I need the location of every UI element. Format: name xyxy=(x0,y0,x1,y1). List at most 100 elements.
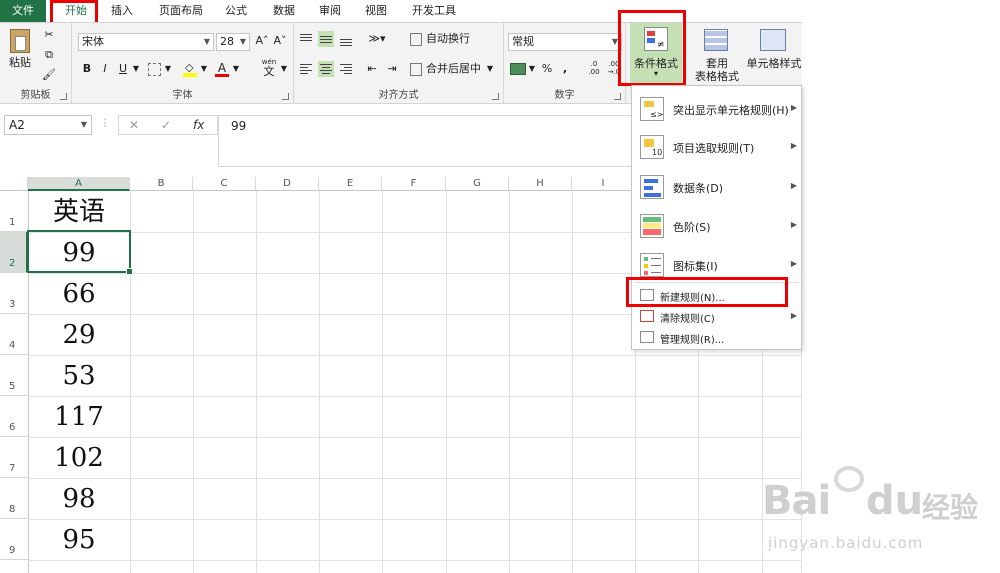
fill-color-icon[interactable]: ◇ xyxy=(182,61,198,77)
underline-button[interactable]: U xyxy=(116,61,130,77)
column-header-a[interactable]: A xyxy=(28,177,130,191)
row-header-7[interactable]: 7 xyxy=(0,437,28,478)
column-header-e[interactable]: E xyxy=(319,177,382,191)
row-header-9[interactable]: 9 xyxy=(0,519,28,560)
align-bottom-icon[interactable] xyxy=(338,31,354,47)
cell-a4[interactable]: 29 xyxy=(28,314,130,355)
alignment-launcher-icon[interactable] xyxy=(492,93,499,100)
phonetic-dropdown-icon[interactable]: ▼ xyxy=(280,61,288,77)
wrap-text-icon[interactable] xyxy=(410,33,422,46)
cell-a6[interactable]: 117 xyxy=(28,396,130,437)
row-header-3[interactable]: 3 xyxy=(0,273,28,314)
phonetic-guide-icon[interactable]: wén 文 xyxy=(258,58,280,80)
tab-home[interactable]: 开始 xyxy=(56,0,96,22)
cell-styles-button[interactable]: 单元格样式 xyxy=(746,27,802,83)
column-header-h[interactable]: H xyxy=(509,177,572,191)
select-all-corner[interactable] xyxy=(0,177,28,191)
column-header-d[interactable]: D xyxy=(256,177,319,191)
menu-item-icon-sets[interactable]: 图标集(I) ▶ xyxy=(632,246,801,284)
font-color-dropdown-icon[interactable]: ▼ xyxy=(232,61,240,77)
confirm-icon[interactable]: ✓ xyxy=(161,116,171,134)
cell-a7[interactable]: 102 xyxy=(28,437,130,478)
tab-data[interactable]: 数据 xyxy=(266,0,302,22)
cell-a1[interactable]: 英语 xyxy=(28,191,130,232)
column-header-b[interactable]: B xyxy=(130,177,193,191)
grow-font-button[interactable]: A˄ xyxy=(254,33,270,49)
tab-view[interactable]: 视图 xyxy=(358,0,394,22)
tab-insert[interactable]: 插入 xyxy=(104,0,140,22)
border-icon[interactable] xyxy=(148,63,161,76)
column-header-i[interactable]: I xyxy=(572,177,635,191)
paste-button[interactable]: 粘贴 xyxy=(6,55,34,71)
column-header-g[interactable]: G xyxy=(446,177,509,191)
tab-formulas[interactable]: 公式 xyxy=(218,0,254,22)
increase-indent-icon[interactable]: ⇥ xyxy=(384,61,400,77)
menu-item-top-bottom-rules[interactable]: 10 项目选取规则(T) ▶ xyxy=(632,128,801,166)
cut-icon[interactable]: ✂ xyxy=(40,27,58,43)
comma-button[interactable]: , xyxy=(560,61,570,77)
tab-file[interactable]: 文件 xyxy=(0,0,46,22)
align-top-icon[interactable] xyxy=(298,31,314,47)
row-header-5[interactable]: 5 xyxy=(0,355,28,396)
column-header-f[interactable]: F xyxy=(382,177,446,191)
border-dropdown-icon[interactable]: ▼ xyxy=(164,61,172,77)
menu-item-color-scales[interactable]: 色阶(S) ▶ xyxy=(632,207,801,245)
format-as-table-button[interactable]: 套用 表格格式 xyxy=(688,27,746,83)
row-header-6[interactable]: 6 xyxy=(0,396,28,437)
decrease-decimal-icon[interactable]: .00 →.0 xyxy=(604,60,624,76)
row-header-1[interactable]: 1 xyxy=(0,191,28,232)
number-format-select[interactable]: 常规 ▼ xyxy=(508,33,622,51)
column-header-c[interactable]: C xyxy=(193,177,256,191)
align-middle-icon[interactable] xyxy=(318,31,334,47)
cell-a3[interactable]: 66 xyxy=(28,273,130,314)
number-launcher-icon[interactable] xyxy=(614,93,621,100)
formula-input[interactable]: 99 xyxy=(218,115,632,167)
row-header-4[interactable]: 4 xyxy=(0,314,28,355)
conditional-formatting-icon: ≠ xyxy=(644,27,668,51)
italic-button[interactable]: I xyxy=(98,61,112,77)
font-size-select[interactable]: 28 ▼ xyxy=(216,33,250,51)
cell-a5[interactable]: 53 xyxy=(28,355,130,396)
menu-item-highlight-cells[interactable]: ≤> 突出显示单元格规则(H) ▶ xyxy=(632,90,801,128)
decrease-indent-icon[interactable]: ⇤ xyxy=(364,61,380,77)
wrap-text-button[interactable]: 自动换行 xyxy=(426,31,486,47)
menu-item-new-rule[interactable]: 新建规则(N)... xyxy=(632,286,801,306)
font-launcher-icon[interactable] xyxy=(282,93,289,100)
align-center-icon[interactable] xyxy=(318,61,334,77)
cell-a9[interactable]: 95 xyxy=(28,519,130,560)
merge-center-icon[interactable] xyxy=(410,63,422,76)
font-group-label: 字体 xyxy=(172,90,193,101)
merge-dropdown-icon[interactable]: ▼ xyxy=(486,61,494,77)
conditional-formatting-button[interactable]: ≠ 条件格式 ▾ xyxy=(630,23,682,83)
tab-review[interactable]: 审阅 xyxy=(312,0,348,22)
name-box[interactable]: A2 ▼ xyxy=(4,115,92,135)
bold-button[interactable]: B xyxy=(80,61,94,77)
row-header-8[interactable]: 8 xyxy=(0,478,28,519)
shrink-font-button[interactable]: A˅ xyxy=(272,33,288,49)
orientation-icon[interactable]: ≫▾ xyxy=(366,31,388,47)
tab-developer[interactable]: 开发工具 xyxy=(406,0,462,22)
cancel-icon[interactable]: ✕ xyxy=(129,116,139,134)
accounting-format-icon[interactable] xyxy=(510,63,526,75)
font-color-icon[interactable]: A xyxy=(214,61,230,77)
align-right-icon[interactable] xyxy=(338,61,354,77)
watermark-brand-du: du xyxy=(866,478,924,524)
clipboard-launcher-icon[interactable] xyxy=(60,93,67,100)
font-name-select[interactable]: 宋体 ▼ xyxy=(78,33,214,51)
format-painter-icon[interactable]: 🖌 xyxy=(40,67,58,83)
row-header-2[interactable]: 2 xyxy=(0,232,28,273)
tab-page-layout[interactable]: 页面布局 xyxy=(152,0,210,22)
copy-icon[interactable]: ⧉ xyxy=(40,47,58,63)
insert-function-icon[interactable]: fx xyxy=(193,116,204,134)
accounting-dropdown-icon[interactable]: ▼ xyxy=(528,61,536,77)
percent-button[interactable]: % xyxy=(540,61,554,77)
merge-center-button[interactable]: 合并后居中 xyxy=(426,61,486,77)
underline-dropdown-icon[interactable]: ▼ xyxy=(132,61,140,77)
increase-decimal-icon[interactable]: .0.00 xyxy=(584,60,604,76)
menu-item-clear-rules[interactable]: 清除规则(C) ▶ xyxy=(632,307,801,327)
menu-item-data-bars[interactable]: 数据条(D) ▶ xyxy=(632,168,801,206)
menu-item-manage-rules[interactable]: 管理规则(R)... xyxy=(632,328,801,348)
cell-a8[interactable]: 98 xyxy=(28,478,130,519)
fill-color-dropdown-icon[interactable]: ▼ xyxy=(200,61,208,77)
align-left-icon[interactable] xyxy=(298,61,314,77)
